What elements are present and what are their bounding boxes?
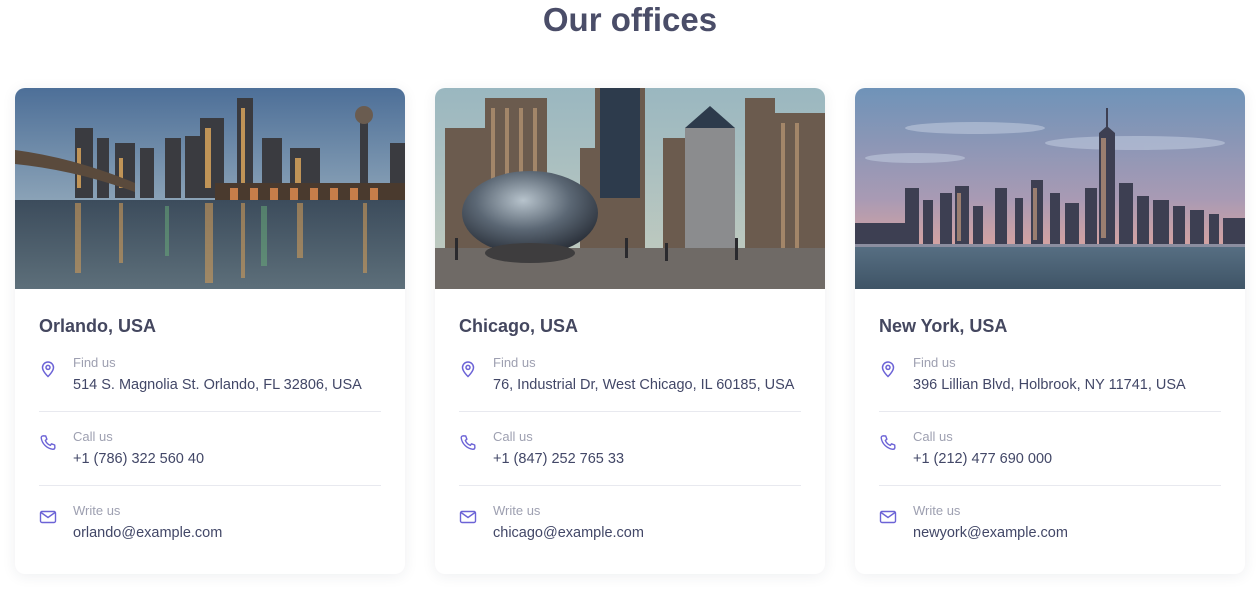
- office-phone-link[interactable]: +1 (212) 477 690 000: [913, 450, 1052, 468]
- write-us-label: Write us: [73, 503, 121, 518]
- section-title: Our offices: [542, 1, 718, 38]
- office-card-new-york: New York, USA Find us 396 Lillian Blvd, …: [855, 88, 1245, 574]
- find-us-label: Find us: [73, 355, 116, 370]
- office-email-link[interactable]: chicago@example.com: [493, 524, 644, 542]
- location-pin-icon: [881, 361, 895, 378]
- find-us-label: Find us: [493, 355, 536, 370]
- phone-row: Call us +1 (847) 252 765 33: [459, 429, 801, 468]
- office-city: Chicago, USA: [459, 316, 579, 336]
- office-city: Orlando, USA: [39, 316, 157, 336]
- call-us-label: Call us: [73, 429, 113, 444]
- office-card-chicago: Chicago, USA Find us 76, Industrial Dr, …: [435, 88, 825, 574]
- office-address: 514 S. Magnolia St. Orlando, FL 32806, U…: [73, 377, 362, 393]
- phone-row: Call us +1 (212) 477 690 000: [879, 429, 1221, 468]
- office-email-link[interactable]: orlando@example.com: [73, 524, 222, 542]
- mail-icon: [39, 510, 57, 524]
- office-photo: [855, 88, 1245, 289]
- divider: [39, 485, 381, 486]
- office-photo: [435, 88, 825, 289]
- email-row: Write us orlando@example.com: [39, 503, 381, 542]
- call-us-label: Call us: [493, 429, 533, 444]
- divider: [879, 411, 1221, 412]
- phone-row: Call us +1 (786) 322 560 40: [39, 429, 381, 468]
- address-row: Find us 514 S. Magnolia St. Orlando, FL …: [39, 355, 381, 394]
- location-pin-icon: [461, 361, 475, 378]
- address-row: Find us 396 Lillian Blvd, Holbrook, NY 1…: [879, 355, 1221, 394]
- write-us-label: Write us: [493, 503, 541, 518]
- location-pin-icon: [41, 361, 55, 378]
- offices-list: Orlando, USA Find us 514 S. Magnolia St.…: [15, 88, 1245, 574]
- divider: [459, 411, 801, 412]
- office-phone-link[interactable]: +1 (786) 322 560 40: [73, 450, 204, 468]
- phone-icon: [880, 435, 896, 451]
- office-city: New York, USA: [879, 316, 1008, 336]
- address-row: Find us 76, Industrial Dr, West Chicago,…: [459, 355, 801, 394]
- divider: [39, 411, 381, 412]
- office-email-link[interactable]: newyork@example.com: [913, 524, 1068, 542]
- phone-icon: [460, 435, 476, 451]
- write-us-label: Write us: [913, 503, 961, 518]
- phone-icon: [40, 435, 56, 451]
- office-address: 76, Industrial Dr, West Chicago, IL 6018…: [493, 377, 795, 393]
- office-photo: [15, 88, 405, 289]
- find-us-label: Find us: [913, 355, 956, 370]
- call-us-label: Call us: [913, 429, 953, 444]
- office-address: 396 Lillian Blvd, Holbrook, NY 11741, US…: [913, 377, 1186, 393]
- office-phone-link[interactable]: +1 (847) 252 765 33: [493, 450, 624, 468]
- divider: [879, 485, 1221, 486]
- email-row: Write us chicago@example.com: [459, 503, 801, 542]
- mail-icon: [459, 510, 477, 524]
- email-row: Write us newyork@example.com: [879, 503, 1221, 542]
- office-card-orlando: Orlando, USA Find us 514 S. Magnolia St.…: [15, 88, 405, 574]
- divider: [459, 485, 801, 486]
- mail-icon: [879, 510, 897, 524]
